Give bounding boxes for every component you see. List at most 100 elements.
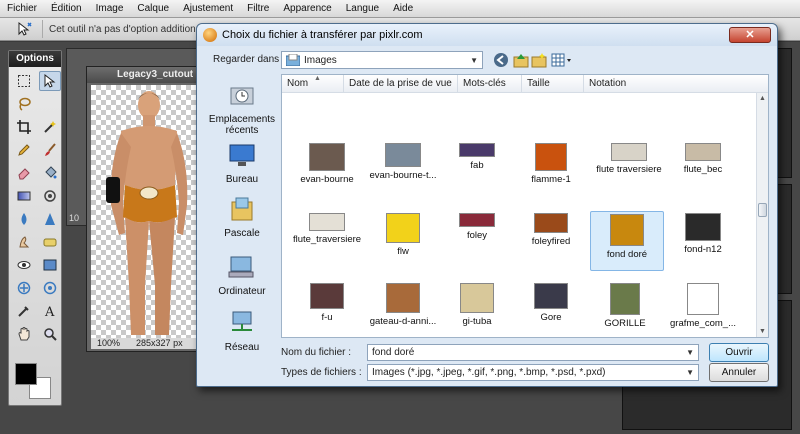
file-item[interactable]: evan-bourne-t... — [366, 143, 440, 203]
file-item[interactable]: evan-bourne — [290, 143, 364, 203]
filetype-label: Types de fichiers : — [281, 367, 362, 378]
up-folder-icon[interactable] — [513, 52, 529, 68]
place-desktop[interactable]: Bureau — [203, 142, 281, 185]
zoom-tool-icon[interactable] — [39, 324, 61, 344]
column-date[interactable]: Date de la prise de vue — [344, 75, 458, 92]
menu-image[interactable]: Image — [89, 0, 131, 18]
magic-wand-icon[interactable] — [39, 117, 61, 137]
place-label: Emplacements récents — [208, 114, 276, 136]
spot-heal-icon[interactable] — [13, 278, 35, 298]
clone-tool-icon[interactable] — [39, 186, 61, 206]
back-icon[interactable] — [493, 52, 509, 68]
marquee-tool-icon[interactable] — [13, 71, 35, 91]
column-rating[interactable]: Notation — [584, 75, 768, 92]
column-size[interactable]: Taille — [522, 75, 584, 92]
file-item[interactable]: foleyfired — [514, 213, 588, 273]
background-doc-zoom: 10 — [69, 213, 80, 223]
open-button[interactable]: Ouvrir — [709, 343, 769, 362]
color-picker-icon[interactable] — [13, 301, 35, 321]
recent-places-icon — [230, 87, 254, 105]
column-name[interactable]: ▲ Nom — [282, 75, 344, 92]
file-item[interactable]: flw — [366, 213, 440, 273]
file-name: grafme_com_... — [670, 318, 736, 329]
user-folder-icon — [231, 197, 253, 221]
file-item[interactable]: Gore — [514, 283, 588, 337]
look-in-dropdown[interactable]: Images ▼ — [281, 51, 483, 69]
move-tool-icon[interactable] — [39, 71, 61, 91]
rectangle-tool-icon[interactable] — [39, 255, 61, 275]
menu-filtre[interactable]: Filtre — [240, 0, 276, 18]
cancel-button[interactable]: Annuler — [709, 363, 769, 382]
chevron-down-icon[interactable]: ▼ — [686, 345, 694, 360]
file-thumbnail — [534, 283, 568, 309]
menu-fichier[interactable]: Fichier — [0, 0, 44, 18]
sponge-tool-icon[interactable] — [39, 232, 61, 252]
eraser-tool-icon[interactable] — [13, 163, 35, 183]
menu-bar: Fichier Édition Image Calque Ajustement … — [0, 0, 800, 18]
file-item[interactable]: flamme-1 — [514, 143, 588, 203]
place-computer[interactable]: Ordinateur — [203, 254, 281, 297]
menu-calque[interactable]: Calque — [130, 0, 176, 18]
file-list-scrollbar[interactable]: ▲ ▼ — [756, 93, 768, 337]
filetype-select[interactable]: Images (*.jpg, *.jpeg, *.gif, *.png, *.b… — [367, 364, 699, 381]
close-button[interactable]: ✕ — [729, 27, 771, 43]
file-item[interactable]: fond-n12 — [666, 213, 740, 273]
file-name: foley — [466, 230, 488, 241]
file-name: fab — [470, 160, 484, 171]
bloat-tool-icon[interactable] — [39, 278, 61, 298]
smudge-tool-icon[interactable] — [13, 232, 35, 252]
sharpen-tool-icon[interactable] — [39, 209, 61, 229]
column-header-row: ▲ Nom Date de la prise de vue Mots-clés T… — [282, 75, 768, 93]
hand-tool-icon[interactable] — [13, 324, 35, 344]
file-item[interactable]: gateau-d-anni... — [366, 283, 440, 337]
file-thumbnail — [386, 283, 420, 313]
pencil-tool-icon[interactable] — [13, 140, 35, 160]
file-item[interactable]: fab — [440, 143, 514, 203]
scroll-down-icon[interactable]: ▼ — [759, 328, 766, 335]
file-item[interactable]: gi-tuba — [440, 283, 514, 337]
filename-input[interactable]: fond doré ▼ — [367, 344, 699, 361]
place-network[interactable]: Réseau — [203, 310, 281, 353]
menu-langue[interactable]: Langue — [339, 0, 386, 18]
chevron-down-icon: ▼ — [470, 56, 478, 65]
brush-tool-icon[interactable] — [39, 140, 61, 160]
file-item[interactable]: f-u — [290, 283, 364, 337]
empty-tool-slot — [39, 94, 61, 114]
view-menu-icon[interactable] — [551, 52, 573, 68]
scroll-up-icon[interactable]: ▲ — [759, 95, 766, 102]
file-item[interactable]: foley — [440, 213, 514, 273]
crop-tool-icon[interactable] — [13, 117, 35, 137]
menu-ajustement[interactable]: Ajustement — [176, 0, 240, 18]
file-name: GORILLE — [604, 318, 646, 329]
menu-edition[interactable]: Édition — [44, 0, 89, 18]
scrollbar-thumb[interactable] — [758, 203, 767, 217]
file-name: foleyfired — [531, 236, 571, 247]
menu-apparence[interactable]: Apparence — [276, 0, 338, 18]
chevron-down-icon[interactable]: ▼ — [686, 365, 694, 380]
file-item-selected[interactable]: fond doré — [590, 211, 664, 271]
place-user[interactable]: Pascale — [203, 196, 281, 239]
new-folder-icon[interactable] — [531, 52, 547, 68]
file-item[interactable]: flute_traversiere — [290, 213, 364, 273]
file-item[interactable]: flute_bec — [666, 143, 740, 203]
file-item[interactable]: GORILLE — [588, 283, 662, 337]
blur-tool-icon[interactable] — [13, 209, 35, 229]
file-item[interactable]: flute traversiere — [588, 143, 670, 203]
file-item[interactable]: grafme_com_... — [666, 283, 740, 337]
menu-aide[interactable]: Aide — [386, 0, 420, 18]
image-canvas[interactable] — [91, 85, 207, 339]
file-name: flute_traversiere — [292, 234, 362, 245]
lasso-tool-icon[interactable] — [13, 94, 35, 114]
document-title: Legacy3_cutout — [87, 67, 209, 83]
document-window[interactable]: Legacy3_cutout 100% 285x327 px — [86, 66, 210, 352]
file-thumbnail — [534, 213, 568, 233]
place-recent[interactable]: Emplacements récents — [203, 82, 281, 136]
dialog-titlebar[interactable]: Choix du fichier à transférer par pixlr.… — [197, 24, 777, 46]
column-keywords[interactable]: Mots-clés — [458, 75, 522, 92]
gradient-tool-icon[interactable] — [13, 186, 35, 206]
foreground-color-swatch[interactable] — [15, 363, 37, 385]
red-eye-tool-icon[interactable] — [13, 255, 35, 275]
bucket-tool-icon[interactable] — [39, 163, 61, 183]
document-zoom: 100% — [97, 338, 121, 348]
text-tool-icon[interactable]: A — [39, 301, 61, 321]
